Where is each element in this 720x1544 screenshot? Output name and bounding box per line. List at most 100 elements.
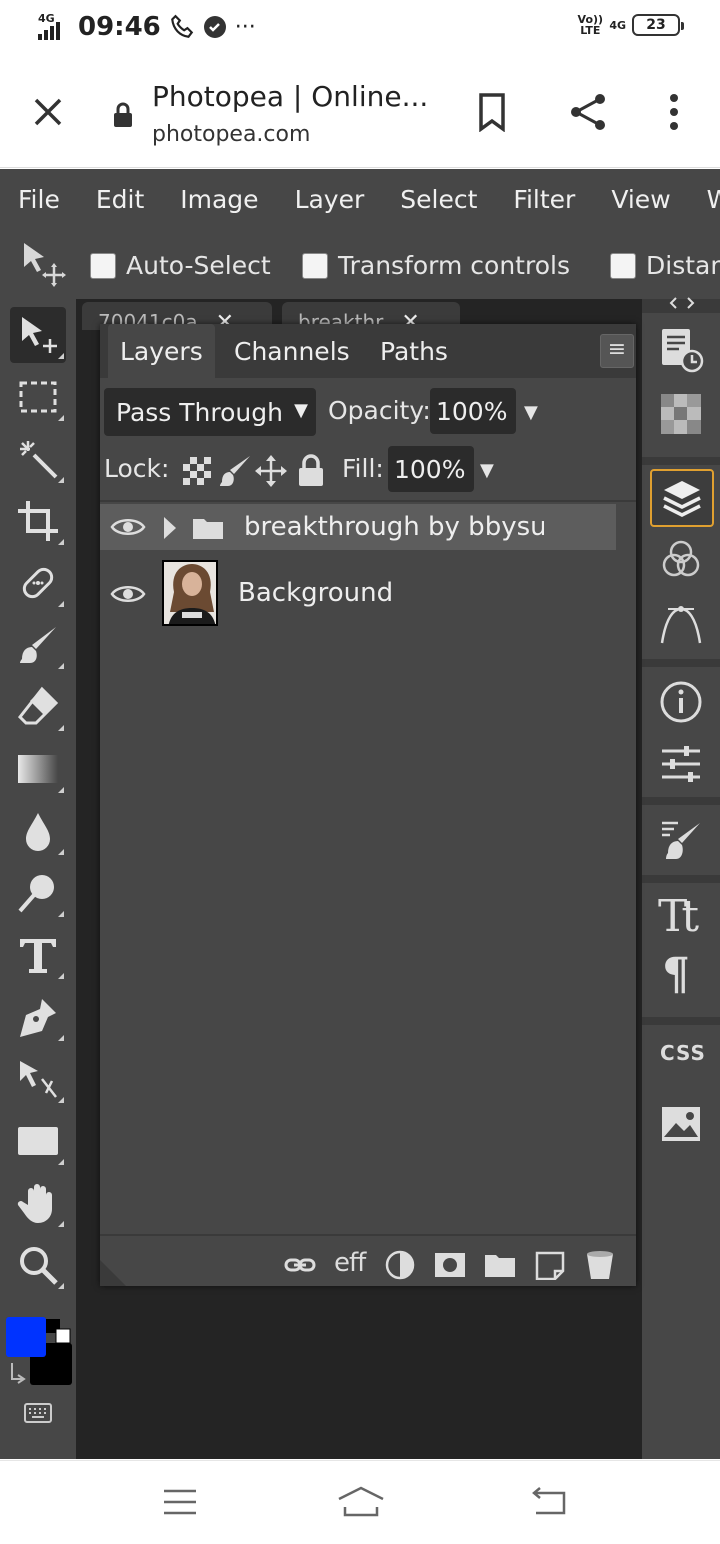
panel-resize-grip[interactable]: [100, 1260, 126, 1286]
back-icon[interactable]: [530, 1487, 568, 1517]
layer-name-background[interactable]: Background: [238, 578, 393, 608]
tool-pen[interactable]: [10, 989, 66, 1045]
lock-label: Lock:: [104, 454, 170, 483]
visibility-eye-icon[interactable]: [110, 515, 146, 539]
paths-icon[interactable]: [658, 601, 704, 647]
blend-mode-select[interactable]: Pass Through ▼: [104, 388, 316, 436]
layer-row-group[interactable]: breakthrough by bbysuri: [100, 504, 616, 550]
adjustments-icon[interactable]: [658, 741, 704, 787]
tool-magic-wand[interactable]: [10, 431, 66, 487]
menu-file[interactable]: File: [0, 185, 78, 214]
bandage-icon: [22, 567, 54, 599]
panel-menu-button[interactable]: ≡: [600, 334, 634, 368]
keyboard-icon[interactable]: [24, 1401, 52, 1425]
battery-icon: 23: [632, 14, 684, 36]
menu-edit[interactable]: Edit: [78, 185, 162, 214]
adjustment-layer-icon[interactable]: [384, 1250, 416, 1280]
lock-transparency-icon[interactable]: [180, 454, 214, 488]
tab-layers[interactable]: Layers: [108, 324, 215, 378]
tool-dodge[interactable]: [10, 865, 66, 921]
tool-move[interactable]: [10, 307, 66, 363]
swatches-icon[interactable]: [658, 391, 704, 437]
layer-name-group[interactable]: breakthrough by bbysuri: [244, 512, 544, 542]
lock-all-icon[interactable]: [294, 454, 328, 488]
expand-collapse-icon[interactable]: [668, 295, 696, 311]
tool-blur[interactable]: [10, 803, 66, 859]
color-swatches[interactable]: [4, 1315, 74, 1387]
brush-settings-icon[interactable]: [658, 817, 704, 863]
tool-type[interactable]: [10, 927, 66, 983]
menu-select[interactable]: Select: [382, 185, 495, 214]
menu-view[interactable]: View: [593, 185, 688, 214]
auto-select-label: Auto-Select: [126, 251, 271, 280]
menu-icon[interactable]: [162, 1487, 198, 1517]
tab-channels[interactable]: Channels: [222, 324, 362, 378]
auto-select-box[interactable]: [90, 252, 116, 279]
lock-position-icon[interactable]: [254, 454, 288, 488]
info-icon[interactable]: [658, 679, 704, 725]
distances-label: Distan: [646, 251, 720, 280]
options-bar: Auto-Select Transform controls Distan: [0, 229, 720, 299]
auto-select-checkbox[interactable]: Auto-Select: [90, 251, 271, 280]
lock-pixels-icon[interactable]: [218, 454, 252, 488]
layer-thumbnail[interactable]: [162, 560, 218, 626]
transform-controls-box[interactable]: [302, 252, 328, 279]
character-panel-toggle[interactable]: Tt: [658, 891, 699, 942]
tool-path-select[interactable]: [10, 1051, 66, 1107]
distances-box[interactable]: [610, 252, 636, 279]
menu-bar: File Edit Image Layer Select Filter View…: [0, 169, 720, 229]
opacity-dropdown-icon[interactable]: ▼: [524, 402, 538, 423]
right-group-3: [642, 667, 720, 797]
fill-input[interactable]: 100%: [388, 446, 474, 492]
tools-panel: [0, 299, 76, 1459]
folder-icon: [193, 519, 223, 539]
move-tool-icon[interactable]: [20, 241, 66, 287]
new-group-folder-icon[interactable]: [484, 1250, 516, 1280]
opacity-input[interactable]: 100%: [430, 388, 516, 434]
bookmark-icon[interactable]: [476, 92, 508, 132]
visibility-eye-icon[interactable]: [110, 582, 146, 606]
tool-gradient[interactable]: [10, 741, 66, 797]
fill-dropdown-icon[interactable]: ▼: [480, 460, 494, 481]
new-layer-icon[interactable]: [534, 1250, 566, 1280]
dodge-icon: [18, 875, 54, 913]
paragraph-panel-toggle[interactable]: ¶: [662, 949, 690, 1000]
tool-eraser[interactable]: [10, 679, 66, 735]
layers-icon: [663, 481, 701, 517]
tool-rectangle[interactable]: [10, 1113, 66, 1169]
tool-hand[interactable]: [10, 1175, 66, 1231]
menu-filter[interactable]: Filter: [495, 185, 593, 214]
link-layers-icon[interactable]: [284, 1250, 316, 1280]
image-icon[interactable]: [658, 1101, 704, 1147]
tool-brush[interactable]: [10, 617, 66, 673]
css-panel-toggle[interactable]: CSS: [660, 1041, 706, 1065]
expand-group-icon[interactable]: [162, 515, 178, 541]
tab-paths[interactable]: Paths: [368, 324, 460, 378]
channels-icon[interactable]: [658, 537, 704, 583]
menu-window[interactable]: Wi: [689, 185, 720, 214]
distances-checkbox[interactable]: Distan: [610, 251, 720, 280]
menu-image[interactable]: Image: [162, 185, 276, 214]
layer-mask-icon[interactable]: [434, 1250, 466, 1280]
delete-layer-icon[interactable]: [584, 1250, 616, 1280]
opacity-label: Opacity:: [328, 396, 431, 425]
crop-icon: [18, 501, 58, 541]
pen-icon: [20, 999, 56, 1037]
transform-controls-checkbox[interactable]: Transform controls: [302, 251, 570, 280]
tool-marquee[interactable]: [10, 369, 66, 425]
page-title[interactable]: Photopea | Online...: [152, 80, 428, 113]
layer-effects-button[interactable]: eff: [334, 1248, 366, 1278]
tool-crop[interactable]: [10, 493, 66, 549]
fill-label: Fill:: [342, 454, 384, 483]
layers-panel-toggle[interactable]: [650, 469, 714, 527]
page-url[interactable]: photopea.com: [152, 122, 310, 147]
menu-layer[interactable]: Layer: [277, 185, 383, 214]
home-icon[interactable]: [336, 1485, 386, 1519]
close-icon[interactable]: [28, 92, 68, 132]
tool-zoom[interactable]: [10, 1237, 66, 1293]
history-icon[interactable]: [658, 327, 704, 373]
tool-healing[interactable]: [10, 555, 66, 611]
share-icon[interactable]: [568, 92, 608, 132]
more-options-icon[interactable]: [658, 92, 690, 132]
right-group-2: [642, 465, 720, 659]
